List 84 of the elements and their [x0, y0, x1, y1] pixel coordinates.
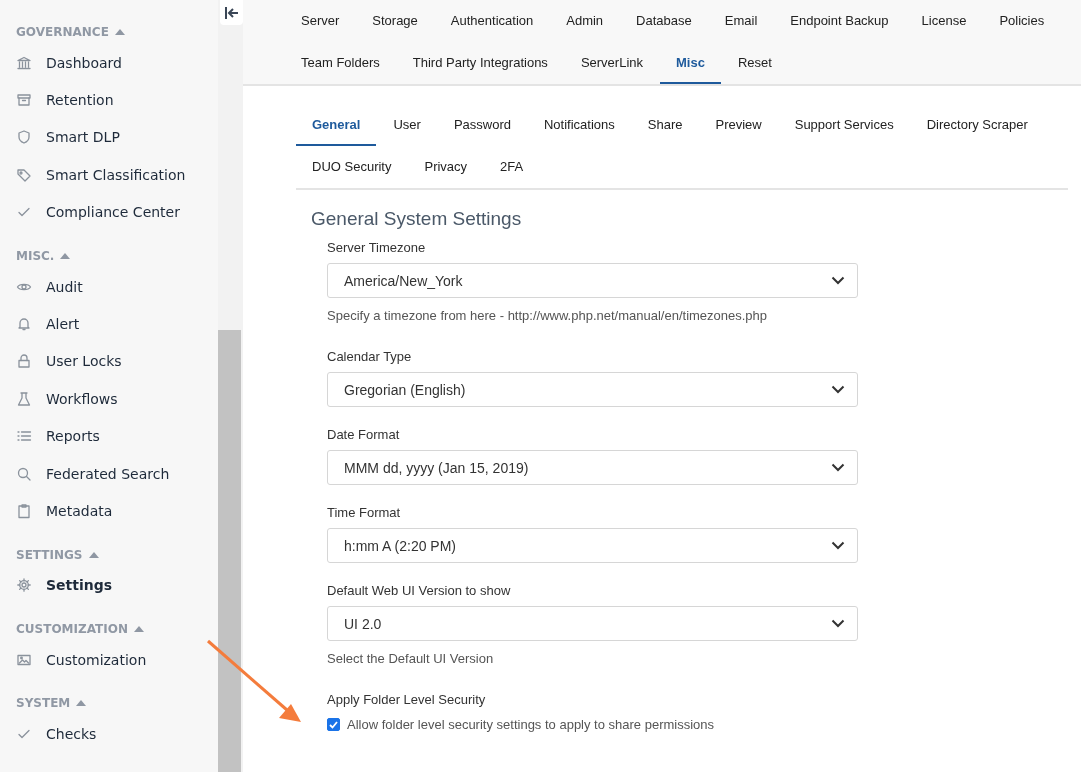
section-title: General System Settings	[311, 208, 523, 230]
tab[interactable]: License	[905, 0, 983, 42]
chevron-down-icon	[831, 276, 845, 285]
help-text: Select the Default UI Version	[327, 651, 495, 666]
tab[interactable]: Email	[708, 0, 774, 42]
sidebar-item[interactable]: Settings	[0, 566, 218, 605]
tab[interactable]: Authentication	[434, 0, 550, 42]
collapse-icon	[223, 5, 240, 20]
checkbox[interactable]	[327, 718, 340, 731]
sidebar-item[interactable]: Alert	[0, 305, 218, 343]
caret-icon[interactable]	[88, 551, 99, 558]
sidebar-item[interactable]: Metadata	[0, 492, 218, 530]
dropdown-field[interactable]: Gregorian (English)	[327, 372, 858, 407]
help-text: Specify a timezone from here - http://www.php.net/manual/en/timezones.php	[327, 308, 769, 323]
lock-icon	[16, 353, 32, 370]
tab[interactable]: Share	[631, 104, 699, 146]
tab[interactable]: General	[296, 104, 377, 146]
field-label: Apply Folder Level Security	[327, 692, 487, 707]
section-header: CUSTOMIZATION	[16, 622, 128, 637]
gear-icon	[16, 577, 32, 594]
tab[interactable]: Support Services	[778, 104, 910, 146]
caret-icon[interactable]	[133, 626, 144, 633]
search-icon	[16, 465, 32, 482]
chevron-down-icon	[831, 463, 845, 472]
caret-icon[interactable]	[114, 29, 125, 35]
tab[interactable]: Reset	[721, 42, 788, 84]
tab[interactable]: Storage	[356, 0, 434, 42]
sidebar-item[interactable]: Smart Classification	[0, 156, 218, 194]
flask-icon	[16, 390, 32, 407]
field-label: Time Format	[327, 505, 402, 520]
dropdown-field[interactable]: h:mm A (2:20 PM)	[327, 528, 858, 563]
dropdown-field[interactable]: UI 2.0	[327, 606, 858, 641]
field-label: Date Format	[327, 427, 401, 442]
tab[interactable]: 2FA	[484, 146, 540, 188]
tab[interactable]: Directory Scraper	[910, 104, 1044, 146]
section-header: MISC.	[16, 248, 55, 263]
field-label: Default Web UI Version to show	[327, 583, 512, 598]
sidebar-item[interactable]: Compliance Center	[0, 193, 218, 231]
tab[interactable]: Database	[620, 0, 708, 42]
dropdown-field[interactable]: MMM dd, yyyy (Jan 15, 2019)	[327, 450, 858, 485]
sidebar-item[interactable]: Retention	[0, 81, 218, 119]
sidebar-item[interactable]: Checks	[0, 715, 218, 753]
tag-icon	[16, 166, 32, 183]
tab[interactable]: Admin	[550, 0, 620, 42]
archive-icon	[16, 92, 32, 109]
bell-icon	[16, 316, 32, 333]
tab[interactable]: Endpoint Backup	[774, 0, 905, 42]
tab[interactable]: Misc	[660, 42, 721, 84]
clipboard-icon	[16, 503, 32, 519]
tab[interactable]: ServerLink	[564, 42, 659, 84]
sidebar-item[interactable]: Federated Search	[0, 454, 218, 493]
sidebar-item[interactable]: Audit	[0, 267, 218, 306]
sidebar-item[interactable]: Smart DLP	[0, 118, 218, 157]
tab[interactable]: Notifications	[527, 104, 631, 146]
tab[interactable]: Password	[437, 104, 527, 146]
sidebar-item[interactable]: Dashboard	[0, 44, 218, 82]
tab[interactable]: User	[377, 104, 437, 146]
section-header: GOVERNANCE	[16, 25, 109, 39]
caret-icon[interactable]	[60, 252, 71, 259]
chevron-down-icon	[831, 619, 845, 628]
field-label: Server Timezone	[327, 240, 427, 255]
dropdown-field[interactable]: America/New_York	[327, 263, 858, 298]
tab[interactable]: Preview	[699, 104, 778, 146]
tab[interactable]: Server	[285, 0, 356, 42]
shield-icon	[16, 129, 32, 146]
sidebar-item[interactable]: Reports	[0, 417, 218, 455]
tab[interactable]: Team Folders	[285, 42, 396, 84]
collapse-button[interactable]	[220, 0, 243, 25]
section-header: SYSTEM	[16, 696, 71, 711]
sidebar-item[interactable]: Customization	[0, 641, 218, 679]
field-label: Calendar Type	[327, 349, 413, 364]
sidebar-item[interactable]: User Locks	[0, 342, 218, 381]
caret-icon[interactable]	[76, 700, 87, 707]
checkbox-label: Allow folder level security settings to apply to share permissions	[347, 717, 715, 732]
section-header: SETTINGS	[16, 547, 83, 562]
bank-icon	[16, 54, 32, 71]
tab[interactable]: Policies	[983, 0, 1061, 42]
sidebar-item[interactable]: Workflows	[0, 380, 218, 418]
tab[interactable]: Third Party Integrations	[396, 42, 564, 84]
tab[interactable]: Privacy	[408, 146, 484, 188]
chevron-down-icon	[831, 385, 845, 394]
chevron-down-icon	[831, 541, 845, 550]
scrollbar-thumb[interactable]	[218, 330, 241, 772]
tab[interactable]: DUO Security	[296, 146, 408, 188]
